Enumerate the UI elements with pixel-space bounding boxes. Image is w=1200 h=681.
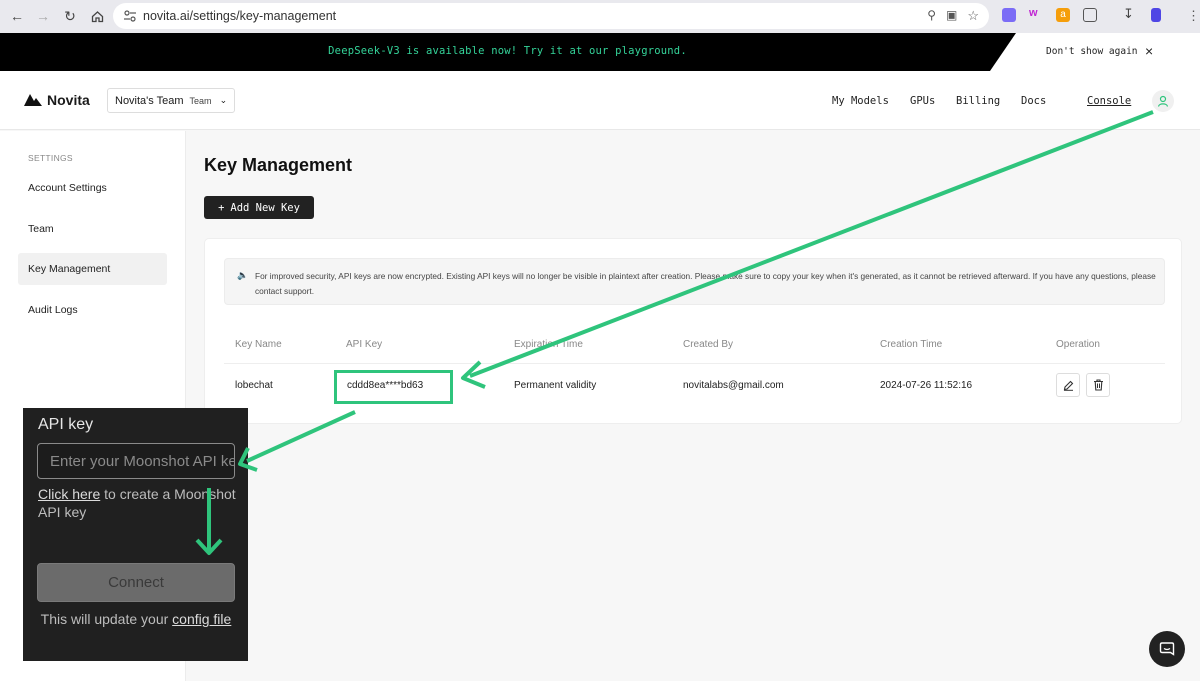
team-selector[interactable]: Novita's Team Team ⌄ xyxy=(107,88,235,113)
user-icon xyxy=(1157,95,1169,107)
sidebar-item-label: Audit Logs xyxy=(28,304,78,316)
nav-billing[interactable]: Billing xyxy=(956,95,1000,107)
column-header-api-key: API Key xyxy=(346,339,383,350)
url-text[interactable]: novita.ai/settings/key-management xyxy=(143,9,336,23)
support-chat-button[interactable] xyxy=(1149,631,1185,667)
security-notice: 🔈 For improved security, API keys are no… xyxy=(224,258,1165,305)
sidebar-item-label: Team xyxy=(28,223,54,235)
user-avatar[interactable] xyxy=(1152,90,1174,112)
chevron-down-icon: ⌄ xyxy=(219,95,228,105)
edit-key-button[interactable] xyxy=(1056,373,1080,397)
dont-show-again-link[interactable]: Don't show again xyxy=(1046,46,1138,57)
cell-creation-time: 2024-07-26 11:52:16 xyxy=(880,380,973,391)
config-file-link[interactable]: config file xyxy=(172,611,231,627)
sidebar-item-audit-logs[interactable]: Audit Logs xyxy=(18,294,167,326)
nav-console[interactable]: Console xyxy=(1087,95,1131,107)
cell-expiration: Permanent validity xyxy=(514,380,597,391)
add-new-key-button[interactable]: + Add New Key xyxy=(204,196,314,219)
home-icon[interactable] xyxy=(84,3,110,29)
sidebar-item-team[interactable]: Team xyxy=(18,213,167,245)
close-icon[interactable]: × xyxy=(1145,43,1153,59)
sidebar-item-account-settings[interactable]: Account Settings xyxy=(18,172,167,204)
team-badge: Team xyxy=(189,95,212,106)
reload-icon[interactable]: ↻ xyxy=(57,3,83,29)
chat-bubble-icon xyxy=(1159,642,1175,656)
download-icon[interactable]: ↧ xyxy=(1123,6,1137,21)
address-bar[interactable]: novita.ai/settings/key-management ⚲ ▣ ☆ xyxy=(113,3,989,29)
novita-logo[interactable]: Novita xyxy=(24,92,90,108)
page-title: Key Management xyxy=(204,155,353,175)
nav-my-models[interactable]: My Models xyxy=(832,95,889,107)
nav-docs[interactable]: Docs xyxy=(1021,95,1046,107)
notice-text: For improved security, API keys are now … xyxy=(255,271,1156,296)
column-header-created-by: Created By xyxy=(683,339,734,350)
config-note: This will update your config file xyxy=(37,611,235,628)
extension-1-icon[interactable] xyxy=(1002,8,1016,22)
profile-ext-icon[interactable] xyxy=(1151,8,1161,22)
api-key-input[interactable] xyxy=(37,443,235,479)
browser-toolbar: ← → ↻ novita.ai/settings/key-management … xyxy=(0,0,1200,33)
plus-icon: + xyxy=(218,201,225,214)
api-key-highlight-box xyxy=(334,370,453,404)
trash-icon xyxy=(1093,379,1103,391)
extension-3-icon[interactable]: a xyxy=(1056,8,1070,22)
speaker-icon: 🔈 xyxy=(237,270,249,280)
cell-created-by: novitalabs@gmail.com xyxy=(683,380,784,391)
config-note-text: This will update your xyxy=(40,611,169,627)
column-header-key-name: Key Name xyxy=(235,339,282,350)
extension-2-icon[interactable]: w xyxy=(1029,7,1043,21)
install-app-icon[interactable]: ▣ xyxy=(946,8,957,24)
sidebar-section-title: SETTINGS xyxy=(28,153,73,163)
api-key-panel-title: API key xyxy=(38,416,94,433)
column-header-creation-time: Creation Time xyxy=(880,339,943,350)
novita-logo-icon xyxy=(24,94,42,106)
pencil-icon xyxy=(1063,380,1073,391)
create-key-hint: Click here to create a Moonshot API key xyxy=(38,485,238,521)
add-new-key-label: Add New Key xyxy=(230,201,300,214)
sidebar-item-key-management[interactable]: Key Management xyxy=(18,253,167,285)
password-key-icon[interactable]: ⚲ xyxy=(927,8,936,24)
banner-message[interactable]: DeepSeek-V3 is available now! Try it at … xyxy=(328,45,687,57)
logo-text: Novita xyxy=(47,92,90,108)
click-here-link[interactable]: Click here xyxy=(38,486,100,502)
back-icon[interactable]: ← xyxy=(4,3,30,29)
sidebar-item-label: Account Settings xyxy=(28,182,107,194)
table-header-divider xyxy=(224,363,1165,364)
more-menu-icon[interactable]: ⋮ xyxy=(1187,8,1200,24)
site-header: Novita Novita's Team Team ⌄ My Models GP… xyxy=(0,71,1200,130)
announcement-banner: DeepSeek-V3 is available now! Try it at … xyxy=(0,33,1200,71)
column-header-expiration: Expiration Time xyxy=(514,339,583,350)
extensions-puzzle-icon[interactable] xyxy=(1083,8,1097,22)
column-header-operation: Operation xyxy=(1056,339,1100,350)
site-settings-icon[interactable] xyxy=(123,9,137,23)
delete-key-button[interactable] xyxy=(1086,373,1110,397)
nav-gpus[interactable]: GPUs xyxy=(910,95,935,107)
api-key-panel: API key Click here to create a Moonshot … xyxy=(23,408,248,661)
bookmark-star-icon[interactable]: ☆ xyxy=(967,8,979,24)
forward-icon[interactable]: → xyxy=(30,3,56,29)
cell-key-name: lobechat xyxy=(235,380,273,391)
connect-button[interactable]: Connect xyxy=(37,563,235,602)
sidebar-item-label: Key Management xyxy=(28,263,111,275)
team-name: Novita's Team xyxy=(115,94,184,107)
